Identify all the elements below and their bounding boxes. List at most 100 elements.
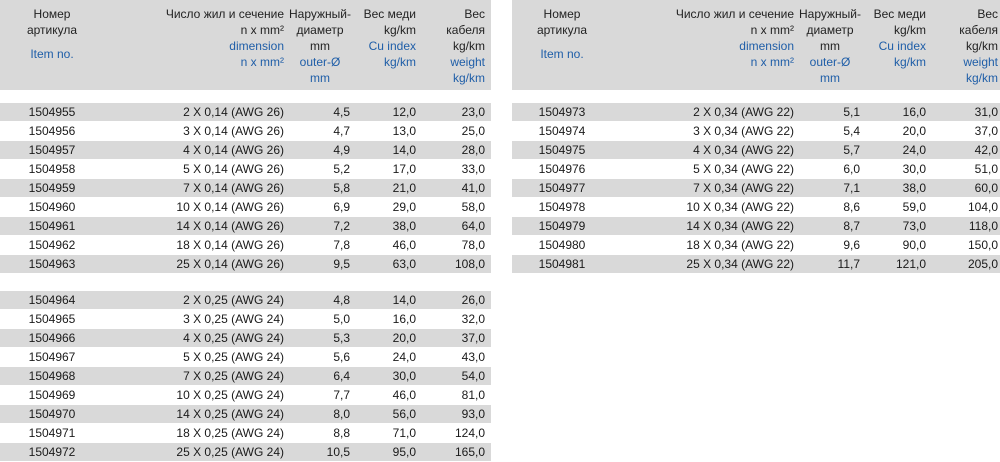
cell-outer-diameter: 7,7: [333, 388, 350, 402]
table-row: 1504957 4 X 0,14 (AWG 26) 4,9 14,0 28,0: [0, 141, 491, 160]
cell-cu-index: 73,0: [902, 219, 926, 233]
table-row: 1504977 7 X 0,34 (AWG 22) 7,1 38,0 60,0: [512, 179, 1000, 198]
cell-dimension: 7 X 0,14 (AWG 26): [183, 181, 284, 195]
table-row: 1504976 5 X 0,34 (AWG 22) 6,0 30,0 51,0: [512, 160, 1000, 179]
cell-item-no: 1504975: [538, 143, 586, 157]
table-header: Номер артикула Item no. Число жил и сече…: [0, 0, 491, 90]
cell-outer-diameter: 7,2: [333, 219, 350, 233]
cell-dimension: 5 X 0,14 (AWG 26): [183, 162, 284, 176]
cell-item-no: 1504972: [28, 445, 76, 459]
cell-dimension: 3 X 0,34 (AWG 22): [693, 124, 794, 138]
cell-weight: 28,0: [461, 143, 485, 157]
cell-item-no: 1504964: [28, 293, 76, 307]
table-row: 1504966 4 X 0,25 (AWG 24) 5,3 20,0 37,0: [0, 329, 491, 348]
cell-dimension: 14 X 0,25 (AWG 24): [176, 407, 284, 421]
spacer: [512, 90, 1000, 103]
cell-dimension: 18 X 0,14 (AWG 26): [176, 238, 284, 252]
table-row: 1504971 18 X 0,25 (AWG 24) 8,8 71,0 124,0: [0, 424, 491, 443]
cell-outer-diameter: 4,8: [333, 293, 350, 307]
cell-cu-index: 24,0: [902, 143, 926, 157]
cell-outer-diameter: 5,3: [333, 331, 350, 345]
cell-cu-index: 95,0: [392, 445, 416, 459]
cell-cu-index: 46,0: [392, 238, 416, 252]
cell-weight: 23,0: [461, 105, 485, 119]
table-row: 1504972 25 X 0,25 (AWG 24) 10,5 95,0 165,0: [0, 443, 491, 462]
cell-outer-diameter: 6,0: [843, 162, 860, 176]
cell-weight: 150,0: [967, 238, 998, 252]
cell-weight: 60,0: [974, 181, 998, 195]
cell-weight: 124,0: [454, 426, 485, 440]
cell-weight: 165,0: [454, 445, 485, 459]
cell-dimension: 4 X 0,34 (AWG 22): [693, 143, 794, 157]
cell-cu-index: 17,0: [392, 162, 416, 176]
header-article: Номер артикула Item no.: [536, 7, 588, 61]
table-row: 1504963 25 X 0,14 (AWG 26) 9,5 63,0 108,0: [0, 255, 491, 274]
cell-weight: 32,0: [461, 312, 485, 326]
table-row: 1504969 10 X 0,25 (AWG 24) 7,7 46,0 81,0: [0, 386, 491, 405]
cell-weight: 108,0: [454, 257, 485, 271]
table-row: 1504961 14 X 0,14 (AWG 26) 7,2 38,0 64,0: [0, 217, 491, 236]
cell-outer-diameter: 4,5: [333, 105, 350, 119]
table-row: 1504964 2 X 0,25 (AWG 24) 4,8 14,0 26,0: [0, 291, 491, 310]
cell-dimension: 2 X 0,14 (AWG 26): [183, 105, 284, 119]
cell-dimension: 18 X 0,34 (AWG 22): [686, 238, 794, 252]
cell-weight: 51,0: [974, 162, 998, 176]
cell-item-no: 1504958: [28, 162, 76, 176]
cell-weight: 81,0: [461, 388, 485, 402]
cell-cu-index: 46,0: [392, 388, 416, 402]
cell-weight: 43,0: [461, 350, 485, 364]
cell-dimension: 18 X 0,25 (AWG 24): [176, 426, 284, 440]
header-diameter: Наружный- диаметр mm outer-Ø mm: [799, 7, 861, 85]
header-dimension: Число жил и сечение n x mm² dimension n …: [675, 7, 794, 69]
cell-cu-index: 59,0: [902, 200, 926, 214]
cell-weight: 118,0: [968, 219, 998, 233]
header-dimension: Число жил и сечение n x mm² dimension n …: [165, 7, 284, 69]
cell-dimension: 10 X 0,14 (AWG 26): [176, 200, 284, 214]
spacer: [0, 90, 491, 103]
row-group: 1504964 2 X 0,25 (AWG 24) 4,8 14,0 26,0 15049…: [0, 291, 491, 462]
cell-outer-diameter: 9,5: [333, 257, 350, 271]
cell-outer-diameter: 5,2: [333, 162, 350, 176]
cell-outer-diameter: 7,8: [333, 238, 350, 252]
cell-weight: 37,0: [461, 331, 485, 345]
cell-outer-diameter: 5,6: [333, 350, 350, 364]
cell-outer-diameter: 6,9: [333, 200, 350, 214]
cell-weight: 25,0: [461, 124, 485, 138]
cell-weight: 37,0: [974, 124, 998, 138]
row-group: 1504955 2 X 0,14 (AWG 26) 4,5 12,0 23,0 15049…: [0, 103, 491, 274]
table-row: 1504979 14 X 0,34 (AWG 22) 8,7 73,0 118,0: [512, 217, 1000, 236]
cell-dimension: 7 X 0,25 (AWG 24): [183, 369, 284, 383]
table-row: 1504962 18 X 0,14 (AWG 26) 7,8 46,0 78,0: [0, 236, 491, 255]
table-row: 1504955 2 X 0,14 (AWG 26) 4,5 12,0 23,0: [0, 103, 491, 122]
spacer: [0, 274, 491, 291]
cell-outer-diameter: 9,6: [843, 238, 860, 252]
cell-item-no: 1504976: [538, 162, 586, 176]
row-group: 1504973 2 X 0,34 (AWG 22) 5,1 16,0 31,0 15049…: [512, 103, 1000, 274]
cell-item-no: 1504956: [28, 124, 76, 138]
cell-item-no: 1504971: [28, 426, 76, 440]
header-diameter: Наружный- диаметр mm outer-Ø mm: [289, 7, 351, 85]
header-cu-weight: Вес меди kg/km Cu index kg/km: [363, 7, 416, 69]
cell-weight: 26,0: [461, 293, 485, 307]
cell-item-no: 1504955: [28, 105, 76, 119]
cell-item-no: 1504968: [28, 369, 76, 383]
cell-dimension: 10 X 0,25 (AWG 24): [176, 388, 284, 402]
cell-item-no: 1504978: [538, 200, 586, 214]
cell-cu-index: 38,0: [902, 181, 926, 195]
table-row: 1504956 3 X 0,14 (AWG 26) 4,7 13,0 25,0: [0, 122, 491, 141]
cell-dimension: 2 X 0,25 (AWG 24): [183, 293, 284, 307]
table-row: 1504978 10 X 0,34 (AWG 22) 8,6 59,0 104,0: [512, 198, 1000, 217]
cell-weight: 78,0: [461, 238, 485, 252]
table-row: 1504980 18 X 0,34 (AWG 22) 9,6 90,0 150,0: [512, 236, 1000, 255]
cell-cu-index: 90,0: [902, 238, 926, 252]
cell-cu-index: 14,0: [392, 143, 416, 157]
cell-outer-diameter: 6,4: [333, 369, 350, 383]
cell-cu-index: 12,0: [392, 105, 416, 119]
cell-item-no: 1504970: [28, 407, 76, 421]
cell-dimension: 25 X 0,34 (AWG 22): [686, 257, 794, 271]
cell-dimension: 14 X 0,14 (AWG 26): [176, 219, 284, 233]
cell-weight: 58,0: [461, 200, 485, 214]
cell-cu-index: 24,0: [392, 350, 416, 364]
cell-cu-index: 30,0: [902, 162, 926, 176]
cell-outer-diameter: 5,0: [333, 312, 350, 326]
